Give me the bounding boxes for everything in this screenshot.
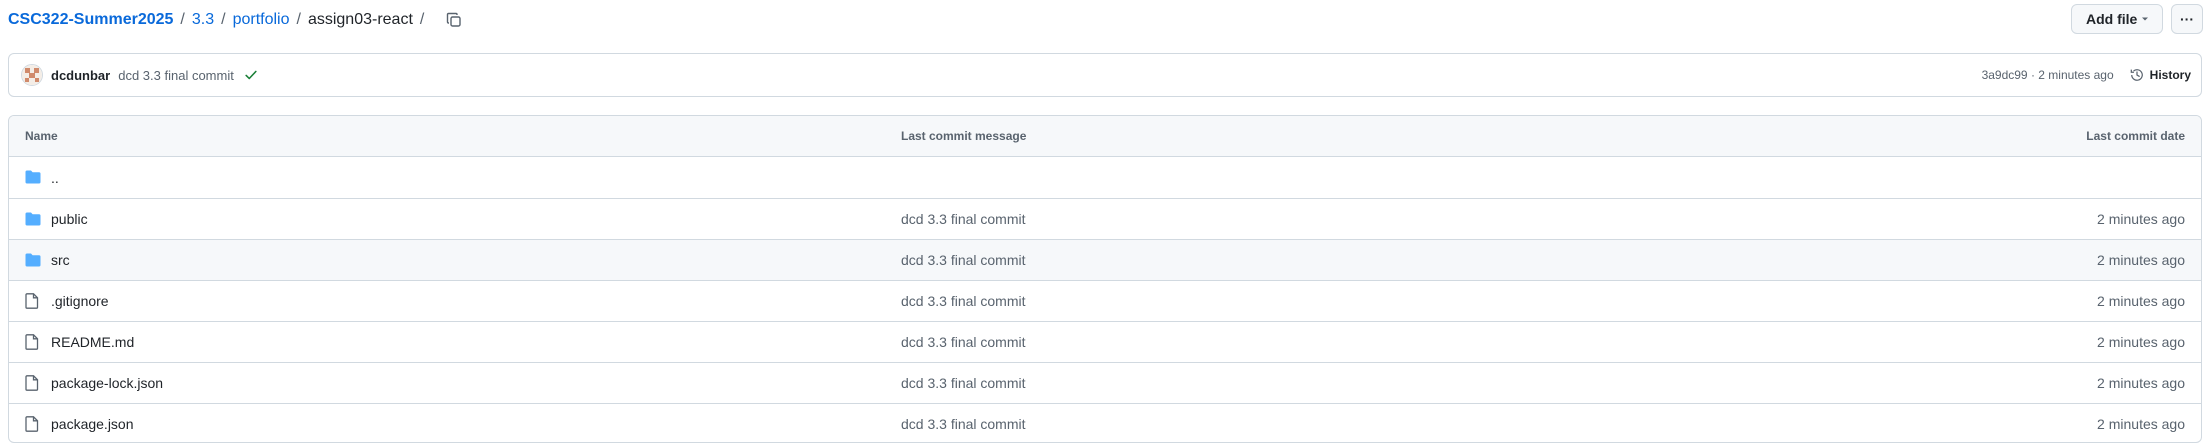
check-status[interactable] [244, 68, 258, 82]
history-label: History [2149, 68, 2191, 82]
row-name-link[interactable]: .. [51, 170, 59, 186]
triangle-down-icon [2142, 17, 2148, 21]
folder-icon [25, 169, 43, 185]
table-row[interactable]: src dcd 3.3 final commit 2 minutes ago [9, 239, 2201, 280]
breadcrumb-repo-link[interactable]: CSC322-Summer2025 [8, 11, 173, 29]
table-row[interactable]: public dcd 3.3 final commit 2 minutes ago [9, 198, 2201, 239]
row-commit-date: 2 minutes ago [2097, 252, 2185, 268]
top-actions: Add file ··· [2071, 4, 2203, 34]
breadcrumb-current: assign03-react [307, 11, 413, 28]
file-icon [25, 375, 43, 391]
row-commit-message[interactable]: dcd 3.3 final commit [901, 416, 1026, 432]
commit-author[interactable]: dcdunbar [51, 68, 110, 83]
copy-icon [447, 12, 462, 27]
row-name-link[interactable]: src [51, 252, 70, 268]
row-commit-message[interactable]: dcd 3.3 final commit [901, 334, 1026, 350]
file-icon [25, 334, 43, 350]
row-commit-message[interactable]: dcd 3.3 final commit [901, 252, 1026, 268]
row-commit-date: 2 minutes ago [2097, 375, 2185, 391]
breadcrumb: CSC322-Summer2025 / 3.3 / portfolio / as… [8, 9, 465, 31]
row-commit-message[interactable]: dcd 3.3 final commit [901, 375, 1026, 391]
folder-icon [25, 252, 43, 268]
breadcrumb-separator: / [221, 11, 226, 28]
more-options-button[interactable]: ··· [2171, 4, 2203, 34]
commit-message[interactable]: dcd 3.3 final commit [118, 68, 234, 83]
row-name-link[interactable]: package.json [51, 416, 134, 432]
header-last-commit-date: Last commit date [2086, 129, 2185, 143]
row-commit-message[interactable]: dcd 3.3 final commit [901, 293, 1026, 309]
file-icon [25, 416, 43, 432]
breadcrumb-separator: / [180, 11, 185, 28]
top-bar: CSC322-Summer2025 / 3.3 / portfolio / as… [8, 0, 2203, 40]
file-icon [25, 293, 43, 309]
table-row[interactable]: .gitignore dcd 3.3 final commit 2 minutes … [9, 280, 2201, 321]
row-commit-date: 2 minutes ago [2097, 211, 2185, 227]
table-row[interactable]: .. [9, 157, 2201, 198]
row-name-link[interactable]: public [51, 211, 88, 227]
copy-path-button[interactable] [443, 9, 465, 31]
breadcrumb-link-portfolio[interactable]: portfolio [233, 11, 290, 29]
kebab-horizontal-icon: ··· [2180, 11, 2194, 27]
add-file-button[interactable]: Add file [2071, 4, 2163, 34]
file-table: Name Last commit message Last commit dat… [8, 115, 2202, 443]
row-commit-date: 2 minutes ago [2097, 293, 2185, 309]
row-name-link[interactable]: README.md [51, 334, 134, 350]
breadcrumb-separator: / [419, 11, 425, 28]
row-commit-date: 2 minutes ago [2097, 416, 2185, 432]
table-row[interactable]: README.md dcd 3.3 final commit 2 minutes a… [9, 321, 2201, 362]
history-button[interactable]: History [2130, 68, 2191, 82]
table-header: Name Last commit message Last commit dat… [9, 116, 2201, 157]
breadcrumb-separator: / [296, 11, 301, 28]
row-commit-date: 2 minutes ago [2097, 334, 2185, 350]
header-last-commit-message: Last commit message [901, 129, 1027, 143]
table-row[interactable]: package.json dcd 3.3 final commit 2 minute… [9, 403, 2201, 442]
table-row[interactable]: package-lock.json dcd 3.3 final commit 2 m… [9, 362, 2201, 403]
history-icon [2130, 69, 2143, 81]
commit-hash-time[interactable]: 3a9dc99 · 2 minutes ago [1982, 68, 2114, 82]
latest-commit-bar: dcdunbar dcd 3.3 final commit 3a9dc99 · … [8, 53, 2202, 97]
check-icon [245, 70, 257, 80]
table-body: .. public dcd 3.3 final commit 2 minutes ag… [9, 157, 2201, 442]
header-name: Name [25, 129, 58, 143]
add-file-label: Add file [2086, 11, 2138, 27]
folder-icon [25, 211, 43, 227]
avatar[interactable] [21, 64, 43, 86]
breadcrumb-link-3-3[interactable]: 3.3 [192, 11, 214, 29]
row-commit-message[interactable]: dcd 3.3 final commit [901, 211, 1026, 227]
row-name-link[interactable]: .gitignore [51, 293, 109, 309]
row-name-link[interactable]: package-lock.json [51, 375, 163, 391]
commit-meta: 3a9dc99 · 2 minutes ago History [1982, 68, 2191, 82]
